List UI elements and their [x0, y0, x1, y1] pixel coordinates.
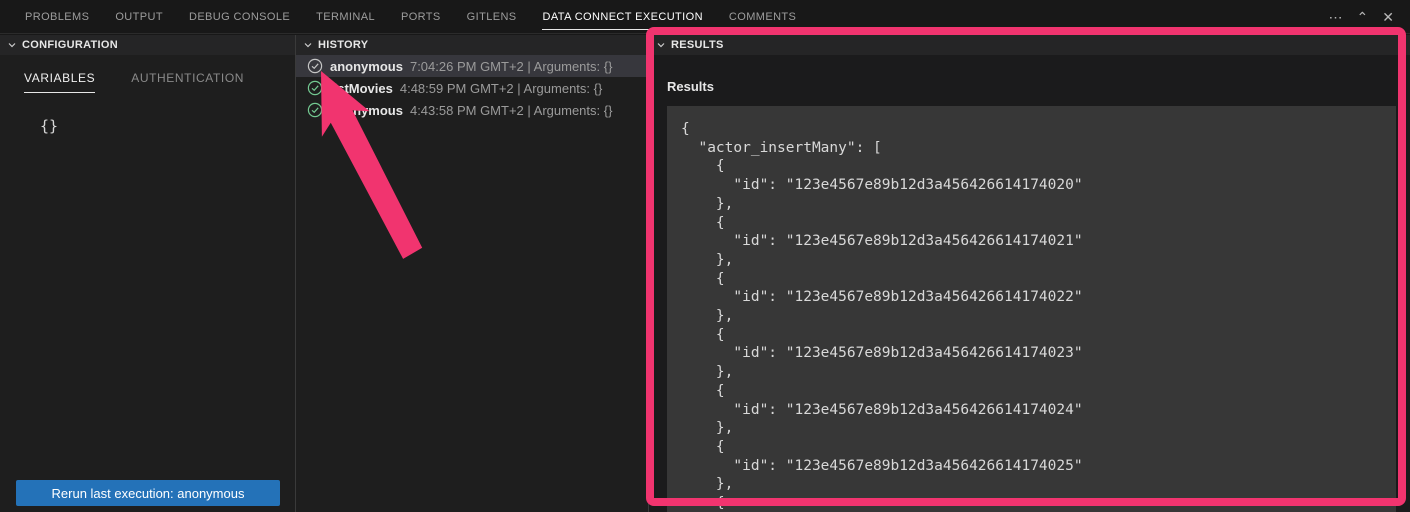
history-item[interactable]: anonymous 4:43:58 PM GMT+2 | Arguments: …	[296, 99, 648, 121]
configuration-panel: CONFIGURATION VARIABLES AUTHENTICATION {…	[0, 35, 296, 512]
tab-gitlens[interactable]: GITLENS	[454, 0, 530, 34]
variables-value[interactable]: {}	[40, 117, 295, 135]
configuration-header[interactable]: CONFIGURATION	[0, 35, 295, 55]
panel-tab-bar: PROBLEMS OUTPUT DEBUG CONSOLE TERMINAL P…	[0, 0, 1410, 34]
check-circle-icon	[307, 80, 323, 96]
rerun-last-execution-button[interactable]: Rerun last execution: anonymous	[16, 480, 280, 506]
history-item-name: listMovies	[330, 81, 393, 96]
close-panel-icon[interactable]: ✕	[1382, 10, 1394, 24]
check-circle-icon	[307, 58, 323, 74]
history-item-meta: 4:48:59 PM GMT+2 | Arguments: {}	[400, 81, 602, 96]
check-circle-icon	[307, 102, 323, 118]
panel-actions: ⋯ ⌃ ✕	[1329, 10, 1410, 24]
history-item-meta: 4:43:58 PM GMT+2 | Arguments: {}	[410, 103, 612, 118]
tab-terminal[interactable]: TERMINAL	[303, 0, 388, 34]
tab-comments[interactable]: COMMENTS	[716, 0, 809, 34]
results-panel: RESULTS Results { "actor_insertMany": [ …	[649, 35, 1410, 512]
results-header[interactable]: RESULTS	[649, 35, 1410, 55]
history-title: HISTORY	[318, 39, 368, 51]
tab-debug-console[interactable]: DEBUG CONSOLE	[176, 0, 303, 34]
more-actions-icon[interactable]: ⋯	[1329, 10, 1343, 24]
chevron-down-icon	[7, 40, 17, 50]
history-item-name: anonymous	[330, 103, 403, 118]
chevron-down-icon	[303, 40, 313, 50]
data-connect-execution-panel: PROBLEMS OUTPUT DEBUG CONSOLE TERMINAL P…	[0, 0, 1410, 512]
tab-variables[interactable]: VARIABLES	[24, 71, 95, 93]
history-item-meta: 7:04:26 PM GMT+2 | Arguments: {}	[410, 59, 612, 74]
chevron-down-icon	[656, 40, 666, 50]
results-label: Results	[667, 79, 1410, 94]
tab-data-connect-execution[interactable]: DATA CONNECT EXECUTION	[530, 0, 716, 34]
results-json-block[interactable]: { "actor_insertMany": [ { "id": "123e456…	[667, 106, 1396, 512]
results-json-text: { "actor_insertMany": [ { "id": "123e456…	[681, 120, 1386, 512]
history-panel: HISTORY anonymous 7:04:26 PM GMT+2 | Arg…	[296, 35, 649, 512]
configuration-tabs: VARIABLES AUTHENTICATION	[0, 55, 295, 93]
history-item[interactable]: listMovies 4:48:59 PM GMT+2 | Arguments:…	[296, 77, 648, 99]
tab-problems[interactable]: PROBLEMS	[12, 0, 102, 34]
history-item[interactable]: anonymous 7:04:26 PM GMT+2 | Arguments: …	[296, 55, 648, 77]
history-header[interactable]: HISTORY	[296, 35, 648, 55]
tab-ports[interactable]: PORTS	[388, 0, 454, 34]
tab-output[interactable]: OUTPUT	[102, 0, 176, 34]
tab-authentication[interactable]: AUTHENTICATION	[131, 71, 244, 93]
maximize-panel-icon[interactable]: ⌃	[1357, 10, 1369, 24]
history-item-name: anonymous	[330, 59, 403, 74]
configuration-title: CONFIGURATION	[22, 39, 118, 51]
results-title: RESULTS	[671, 39, 724, 51]
